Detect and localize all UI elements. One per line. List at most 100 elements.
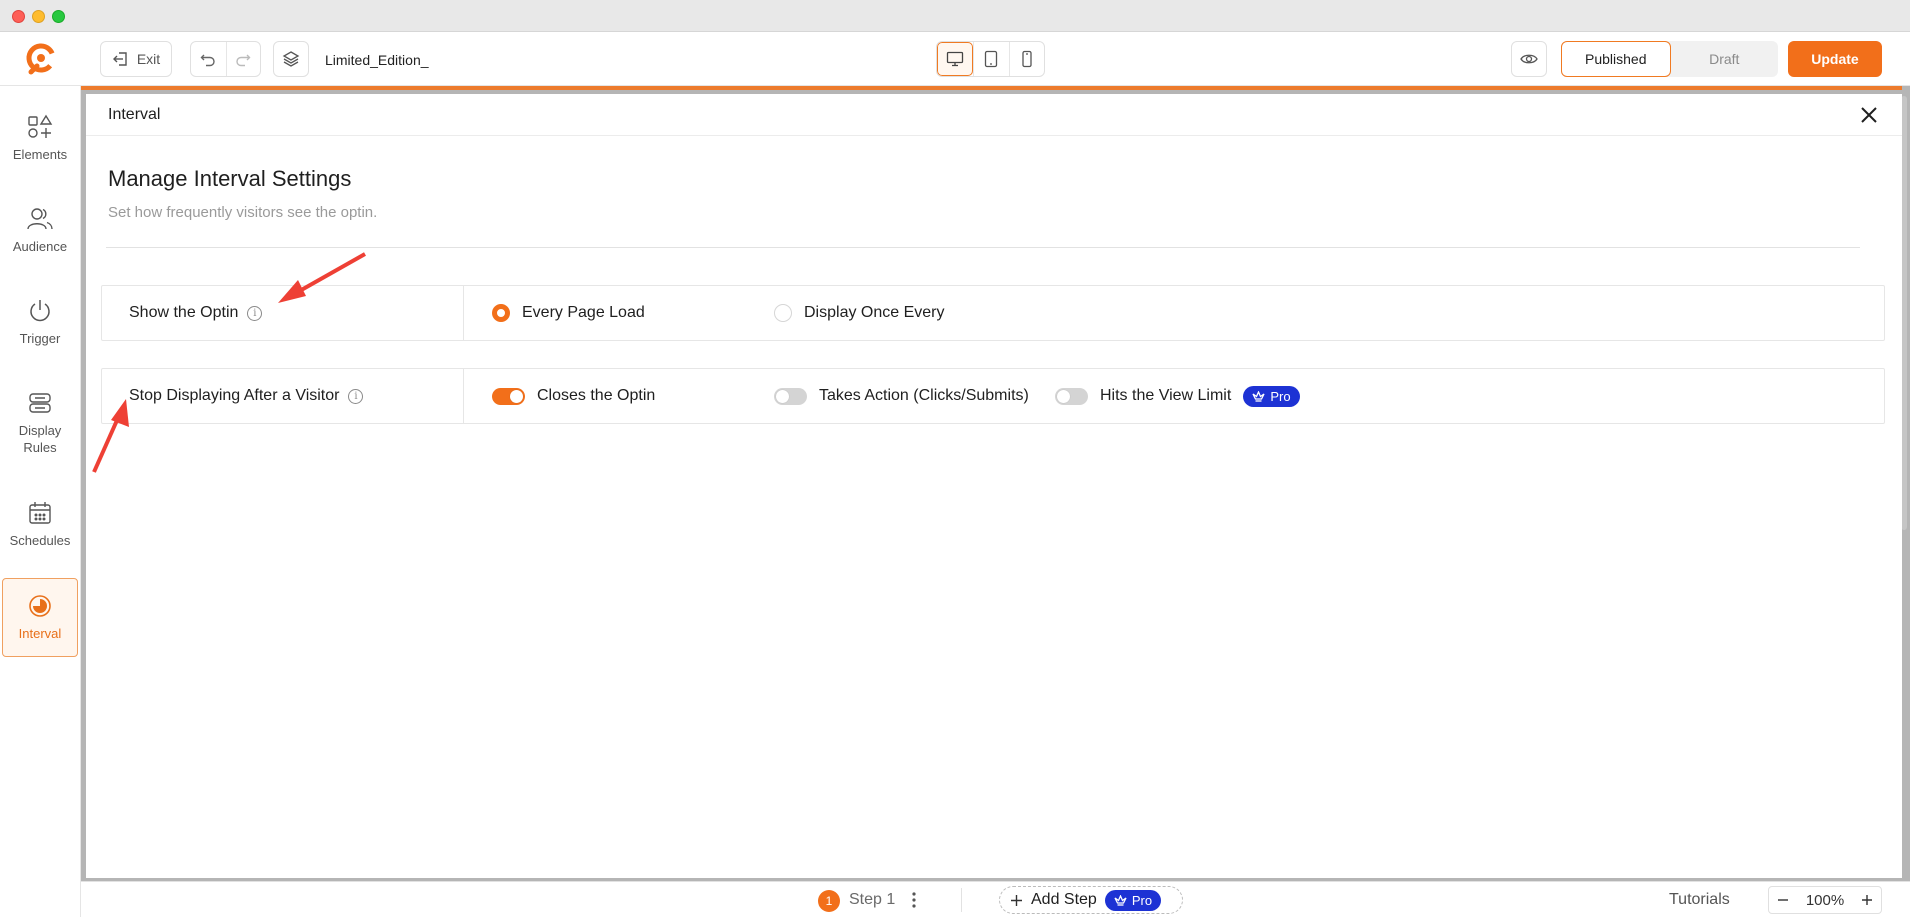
show-optin-label-cell: Show the Optin i [102, 286, 464, 340]
more-vertical-icon [912, 892, 916, 908]
sidebar-item-elements[interactable]: Elements [2, 114, 78, 163]
layers-icon [282, 51, 300, 67]
takes-action-toggle[interactable] [774, 387, 807, 405]
add-step-label: Add Step [1031, 891, 1097, 908]
toggle-label: Takes Action (Clicks/Submits) [819, 387, 1029, 404]
mobile-icon [1022, 50, 1032, 68]
sidebar-item-label: Schedules [9, 533, 71, 548]
document-title[interactable]: Limited_Edition_ [325, 52, 429, 68]
canvas-accent-bar [81, 86, 1902, 90]
plus-icon [1011, 894, 1022, 906]
stop-displaying-row: Stop Displaying After a Visitor i Closes… [101, 368, 1885, 424]
display-once-every-option[interactable]: Display Once Every [774, 286, 945, 340]
redo-icon [236, 54, 251, 67]
hits-view-limit-option[interactable]: Hits the View Limit Pro [1055, 369, 1300, 423]
add-step-button[interactable]: Add Step Pro [999, 886, 1183, 914]
update-button[interactable]: Update [1788, 41, 1882, 77]
window-minimize-button[interactable] [32, 10, 45, 23]
interval-panel: Interval Manage Interval Settings Set ho… [86, 94, 1902, 878]
window-titlebar [0, 0, 1910, 32]
crown-icon [1252, 390, 1265, 402]
close-icon [1861, 107, 1877, 123]
info-icon[interactable]: i [348, 388, 364, 404]
divider [106, 247, 1860, 248]
info-icon[interactable]: i [247, 305, 263, 321]
elements-icon [28, 114, 53, 138]
preview-button[interactable] [1511, 41, 1547, 77]
pro-badge: Pro [1104, 889, 1162, 911]
step-menu-button[interactable] [909, 889, 919, 911]
desktop-view-button[interactable] [937, 42, 974, 76]
page-subtitle: Set how frequently visitors see the opti… [108, 204, 378, 221]
tablet-icon [985, 50, 998, 68]
crown-icon [1114, 894, 1127, 906]
toggle-label: Closes the Optin [537, 387, 656, 404]
stop-displaying-label: Stop Displaying After a Visitor [129, 387, 340, 404]
eye-icon [1520, 54, 1538, 64]
device-switcher [936, 41, 1045, 77]
pro-badge: Pro [1243, 385, 1300, 407]
hits-view-limit-toggle[interactable] [1055, 387, 1088, 405]
power-icon [30, 300, 50, 322]
zoom-in-icon[interactable] [1861, 894, 1873, 906]
sidebar-item-interval[interactable]: Interval [2, 578, 78, 657]
closes-optin-toggle[interactable] [492, 387, 525, 405]
undo-button[interactable] [191, 42, 226, 76]
pro-badge-label: Pro [1270, 388, 1291, 404]
publish-status-toggle: Published Draft [1561, 41, 1778, 77]
users-icon [27, 208, 53, 230]
close-panel-button[interactable] [1856, 102, 1882, 128]
sidebar-item-label: Audience [12, 239, 68, 254]
redo-button[interactable] [225, 42, 261, 76]
panel-title: Interval [108, 106, 161, 123]
calendar-icon [29, 502, 51, 524]
mobile-view-button[interactable] [1008, 42, 1044, 76]
tablet-view-button[interactable] [973, 42, 1008, 76]
left-sidebar: Elements Audience Trigger Display Rules … [0, 86, 81, 917]
undo-icon [200, 54, 215, 67]
sidebar-item-label: Interval [18, 626, 62, 641]
draft-tab[interactable]: Draft [1671, 41, 1779, 77]
step-label[interactable]: Step 1 [849, 891, 895, 909]
show-optin-label: Show the Optin [129, 304, 239, 321]
interval-icon [29, 595, 51, 617]
divider [961, 888, 962, 912]
window-zoom-button[interactable] [52, 10, 65, 23]
zoom-control: 100% [1768, 886, 1882, 914]
stop-displaying-label-cell: Stop Displaying After a Visitor i [102, 369, 464, 423]
display-once-every-radio[interactable] [774, 304, 792, 322]
bottom-bar: 1 Step 1 Add Step Pro Tutorials 100% [81, 881, 1910, 917]
sidebar-item-audience[interactable]: Audience [2, 206, 78, 255]
display-rules-icon [29, 393, 51, 413]
panel-header: Interval [86, 94, 1902, 136]
takes-action-option[interactable]: Takes Action (Clicks/Submits) [774, 369, 1029, 423]
sidebar-item-schedules[interactable]: Schedules [2, 500, 78, 549]
zoom-out-icon[interactable] [1777, 894, 1789, 906]
step-number-badge: 1 [818, 890, 840, 912]
desktop-icon [947, 51, 964, 67]
zoom-value: 100% [1805, 891, 1845, 909]
top-toolbar: Exit Limited_Edition_ Published Draft Up… [81, 32, 1910, 86]
toggle-label: Hits the View Limit [1100, 387, 1232, 404]
undo-redo-group [190, 41, 261, 77]
sidebar-item-label: Display Rules [18, 423, 62, 455]
sidebar-item-label: Trigger [19, 331, 61, 346]
published-tab[interactable]: Published [1561, 41, 1671, 77]
option-label: Display Once Every [804, 304, 945, 321]
exit-icon [112, 52, 127, 66]
tutorials-link[interactable]: Tutorials [1669, 891, 1730, 909]
option-label: Every Page Load [522, 304, 645, 321]
window-close-button[interactable] [12, 10, 25, 23]
sidebar-item-trigger[interactable]: Trigger [2, 298, 78, 347]
app-logo[interactable] [0, 32, 81, 86]
every-page-load-option[interactable]: Every Page Load [492, 286, 645, 340]
logo-icon [26, 43, 55, 74]
exit-button[interactable]: Exit [100, 41, 172, 77]
exit-label: Exit [136, 51, 161, 67]
sidebar-item-display-rules[interactable]: Display Rules [2, 390, 78, 456]
page-title: Manage Interval Settings [108, 166, 352, 191]
layers-button[interactable] [273, 41, 309, 77]
sidebar-item-label: Elements [12, 147, 68, 162]
every-page-load-radio[interactable] [492, 304, 510, 322]
closes-optin-option[interactable]: Closes the Optin [492, 369, 655, 423]
